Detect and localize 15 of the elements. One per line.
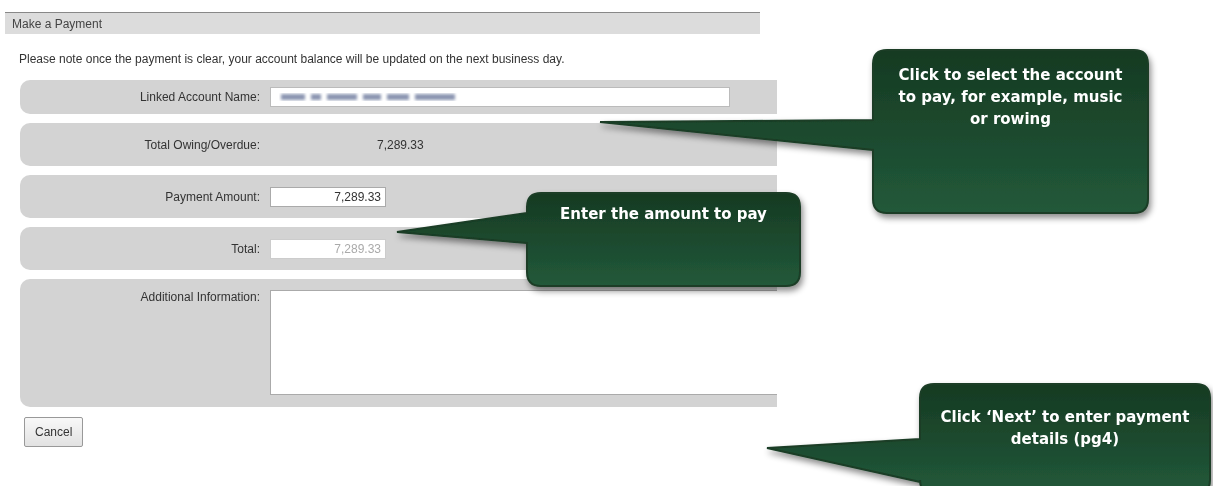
amount-value: 7,289.33: [376, 137, 424, 152]
callout-text: Click ‘Next’ to enter payment details (pg4): [940, 407, 1190, 450]
account-select[interactable]: [270, 87, 730, 107]
field-label: Payment Amount:: [164, 189, 261, 204]
panel-title: Make a Payment: [12, 16, 103, 31]
field-label: Total Owing/Overdue:: [143, 137, 261, 152]
callout-text: Enter the amount to pay: [559, 204, 768, 225]
cancel-button[interactable]: Cancel: [24, 417, 84, 447]
callout-text: Click to select the account to pay, for example, music or rowing: [897, 65, 1124, 130]
notice-text: Please note once the payment is clear, your account balance will be updated on the next business day.: [19, 52, 566, 66]
amount-field[interactable]: 7,289.33: [270, 186, 386, 207]
field-label: Additional Information:: [139, 290, 261, 304]
field-label: Linked Account Name:: [138, 90, 261, 104]
field-label: Total:: [230, 241, 261, 256]
information-field[interactable]: [270, 290, 777, 395]
